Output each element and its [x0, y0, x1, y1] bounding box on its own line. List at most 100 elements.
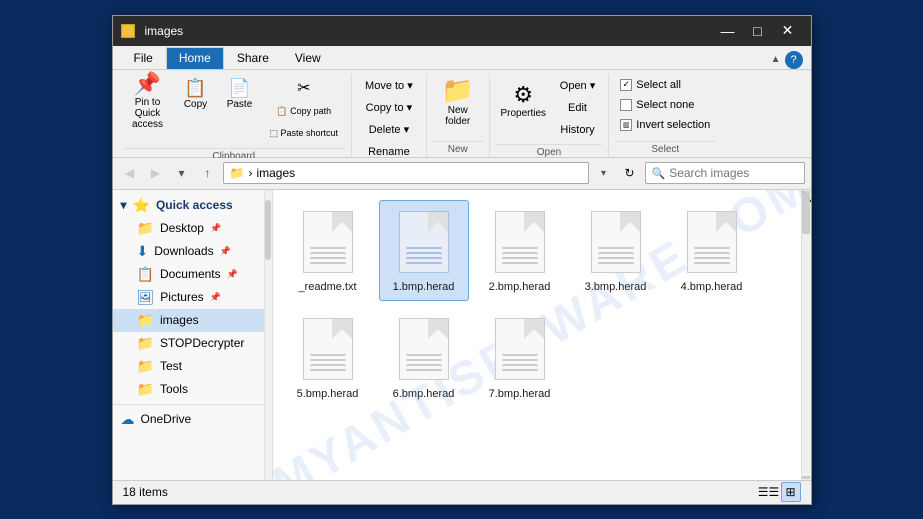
tab-view[interactable]: View [282, 47, 334, 69]
file-item-2bmp[interactable]: 2.bmp.herad [475, 200, 565, 301]
sidebar-item-documents[interactable]: 📋 Documents 📌 [113, 263, 272, 286]
sidebar-quick-access-header[interactable]: ▾ ⭐ Quick access [113, 194, 272, 217]
sidebar-item-tools[interactable]: 📁 Tools [113, 378, 272, 401]
select-buttons: ✓ Select all Select none ▥ Invert select… [615, 74, 715, 134]
up-button[interactable]: ↑ [197, 162, 219, 184]
pictures-pin-icon: 📌 [210, 292, 221, 303]
file-item-5bmp[interactable]: 5.bmp.herad [283, 307, 373, 408]
f2-file-icon [490, 207, 550, 277]
sidebar-item-onedrive[interactable]: ☁ OneDrive [113, 408, 272, 431]
new-folder-icon: 📁 [442, 77, 474, 103]
paste-button[interactable]: 📄 Paste [219, 74, 261, 130]
address-path-bar[interactable]: 📁 › images [223, 162, 589, 184]
file-item-6bmp[interactable]: 6.bmp.herad [379, 307, 469, 408]
f3-file-name: 3.bmp.herad [585, 281, 647, 294]
address-bar: ◀ ▶ ▾ ↑ 📁 › images ▾ ↻ 🔍 [113, 158, 811, 190]
select-none-button[interactable]: Select none [615, 96, 715, 114]
recent-button[interactable]: ▾ [171, 162, 193, 184]
maximize-button[interactable]: □ [743, 16, 773, 46]
organize-group-content: Move to ▾ Copy to ▾ Delete ▾ Rename [358, 74, 420, 166]
scrollbar-track[interactable] [802, 194, 810, 476]
select-group-content: ✓ Select all Select none ▥ Invert select… [615, 74, 715, 141]
f7-file-icon [490, 314, 550, 384]
readme-file-icon [298, 207, 358, 277]
history-button[interactable]: History [553, 120, 603, 140]
documents-pin-icon: 📌 [227, 269, 238, 280]
sidebar-item-images[interactable]: 📁 images [113, 309, 272, 332]
refresh-button[interactable]: ↻ [619, 162, 641, 184]
select-all-checkbox: ✓ [620, 79, 632, 91]
quick-access-expand-icon: ▾ [121, 198, 127, 212]
path-dropdown-button[interactable]: ▾ [593, 162, 615, 184]
f6-file-name: 6.bmp.herad [393, 388, 455, 401]
readme-file-name: _readme.txt [298, 281, 356, 294]
new-folder-button[interactable]: 📁 New folder [433, 74, 483, 130]
sidebar-item-test[interactable]: 📁 Test [113, 355, 272, 378]
sidebar-item-stopdecrypter[interactable]: 📁 STOPDecrypter [113, 332, 272, 355]
view-icons: ☰☰ ⊞ [759, 482, 801, 502]
open-button[interactable]: Open ▾ [553, 76, 603, 96]
cut-button[interactable]: ✂ [263, 76, 346, 100]
sidebar-item-desktop[interactable]: 📁 Desktop 📌 [113, 217, 272, 240]
file-item-3bmp[interactable]: 3.bmp.herad [571, 200, 661, 301]
downloads-pin-icon: 📌 [220, 246, 231, 257]
ribbon-collapse-arrow[interactable]: ▲ [771, 54, 781, 65]
invert-checkbox: ▥ [620, 119, 632, 131]
paste-shortcut-button[interactable]: ⬚ Paste shortcut [263, 124, 346, 144]
clipboard-group: 📌 Pin to Quick access 📋 Copy 📄 Paste ✂ 📋… [117, 74, 353, 157]
tools-folder-icon: 📁 [137, 381, 154, 398]
select-label: Select [615, 141, 715, 157]
move-to-button[interactable]: Move to ▾ [358, 76, 420, 96]
tab-home[interactable]: Home [166, 47, 224, 69]
copy-to-button[interactable]: Copy to ▾ [358, 98, 420, 118]
f1-file-icon [394, 207, 454, 277]
search-input[interactable] [669, 166, 824, 180]
select-all-button[interactable]: ✓ Select all [615, 76, 715, 94]
paste-icon: 📄 [228, 79, 250, 97]
main-area: ▾ ⭐ Quick access 📁 Desktop 📌 ⬇ Downloads… [113, 190, 811, 480]
tab-share[interactable]: Share [224, 47, 282, 69]
search-icon: 🔍 [652, 167, 666, 180]
copy-icon: 📋 [184, 79, 206, 97]
sidebar-item-downloads[interactable]: ⬇ Downloads 📌 [113, 240, 272, 263]
forward-button[interactable]: ▶ [145, 162, 167, 184]
file-area-wrapper: MYANTISPYWARE.COM _readme [273, 190, 811, 480]
minimize-button[interactable]: — [713, 16, 743, 46]
stopdecrypter-folder-icon: 📁 [137, 335, 154, 352]
status-item-count: 18 items [123, 485, 751, 499]
grid-view-button[interactable]: ⊞ [781, 482, 801, 502]
sidebar-scrollbar[interactable] [264, 190, 272, 480]
test-folder-icon: 📁 [137, 358, 154, 375]
file-area-scrollbar[interactable]: ▲ ▼ [801, 190, 811, 480]
delete-button[interactable]: Delete ▾ [358, 120, 420, 140]
status-bar: 18 items ☰☰ ⊞ [113, 480, 811, 504]
f5-file-icon [298, 314, 358, 384]
desktop-folder-icon: 📁 [137, 220, 154, 237]
window-title: images [145, 24, 707, 38]
properties-button[interactable]: ⚙ Properties [496, 74, 551, 130]
path-current: images [256, 166, 295, 180]
f3-file-icon [586, 207, 646, 277]
scrollbar-down-arrow[interactable]: ▼ [802, 476, 810, 479]
file-item-1bmp[interactable]: 1.bmp.herad [379, 200, 469, 301]
new-group: 📁 New folder New [427, 74, 490, 157]
copy-path-button[interactable]: 📋 Copy path [263, 102, 346, 122]
file-item-readme[interactable]: _readme.txt [283, 200, 373, 301]
list-view-button[interactable]: ☰☰ [759, 482, 779, 502]
help-button[interactable]: ? [785, 51, 803, 69]
invert-selection-button[interactable]: ▥ Invert selection [615, 116, 715, 134]
back-button[interactable]: ◀ [119, 162, 141, 184]
f5-file-name: 5.bmp.herad [297, 388, 359, 401]
select-none-checkbox [620, 99, 632, 111]
tab-file[interactable]: File [121, 47, 166, 69]
file-item-7bmp[interactable]: 7.bmp.herad [475, 307, 565, 408]
new-group-content: 📁 New folder [433, 74, 483, 141]
edit-button[interactable]: Edit [553, 98, 603, 118]
sidebar-item-pictures[interactable]: 🖼 Pictures 📌 [113, 286, 272, 309]
copy-button[interactable]: 📋 Copy [175, 74, 217, 130]
new-label: New [433, 141, 483, 157]
pin-quick-access-button[interactable]: 📌 Pin to Quick access [123, 74, 173, 130]
close-button[interactable]: ✕ [773, 16, 803, 46]
file-item-4bmp[interactable]: 4.bmp.herad [667, 200, 757, 301]
open-extra-buttons: Open ▾ Edit History [553, 74, 603, 140]
